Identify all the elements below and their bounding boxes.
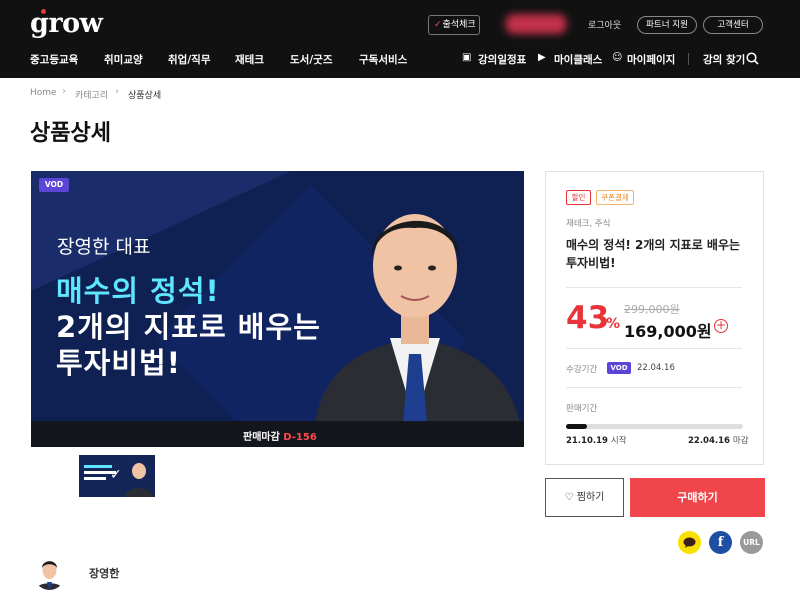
buy-button[interactable]: 구매하기 — [630, 478, 765, 517]
coupon-tag: 쿠폰결제 — [596, 190, 634, 205]
play-icon: ▶ — [538, 52, 546, 63]
product-title: 매수의 정석! 2개의 지표로 배우는 투자비법! — [566, 238, 741, 270]
avatar — [33, 553, 66, 590]
facebook-icon: f — [717, 535, 724, 550]
logo-dot — [41, 9, 46, 14]
sale-period-label: 판매기간 — [566, 404, 598, 414]
sale-start: 21.10.19 시작 — [566, 434, 627, 446]
product-category: 재테크, 주식 — [566, 219, 611, 229]
nav-item-4[interactable]: 도서/굿즈 — [290, 52, 332, 67]
vod-badge: VOD — [39, 178, 69, 192]
instructor-photo — [315, 214, 520, 422]
sale-start-date: 21.10.19 — [566, 436, 608, 446]
nav-item-1[interactable]: 취미교양 — [104, 52, 143, 67]
sale-tag: 할인 — [566, 190, 591, 205]
nav-divider — [688, 53, 689, 65]
original-price: 299,000원 — [624, 303, 680, 316]
period-value: 22.04.16 — [637, 363, 675, 373]
kakao-icon — [683, 537, 696, 548]
page-title: 상품상세 — [30, 121, 111, 146]
sale-price: 169,000원 — [624, 322, 712, 341]
banner-instructor: 장영한 대표 — [57, 236, 151, 258]
sale-progress-fill — [566, 424, 588, 429]
support-button[interactable]: 고객센터 — [703, 16, 763, 34]
period-label: 수강기간 — [566, 365, 598, 375]
nav-item-2[interactable]: 취업/직무 — [168, 52, 210, 67]
logout-link[interactable]: 로그아웃 — [588, 18, 621, 31]
kakao-share-button[interactable] — [678, 531, 701, 554]
heart-icon: ♡ — [564, 492, 574, 503]
check-icon: ✓ — [434, 20, 442, 30]
discount-unit: % — [606, 316, 621, 332]
wish-label: 찜하기 — [576, 492, 605, 503]
sale-end-suffix: 마감 — [732, 436, 749, 446]
nav-item-3[interactable]: 재테크 — [235, 52, 264, 67]
nav-item-0[interactable]: 중고등교육 — [30, 52, 78, 67]
url-share-button[interactable]: URL — [740, 531, 763, 554]
sale-end-date: 22.04.16 — [688, 436, 730, 446]
vod-badge-small: VOD — [607, 362, 631, 374]
mypage-link[interactable]: 마이페이지 — [627, 52, 675, 67]
chevron-right-icon: › — [115, 86, 119, 97]
attendance-label: 출석체크 — [442, 20, 476, 30]
deadline-dday: D-156 — [283, 432, 317, 443]
banner-headline-3: 투자비법! — [56, 346, 181, 380]
wish-button[interactable]: ♡ 찜하기 — [545, 478, 624, 517]
partner-button[interactable]: 파트너 지원 — [637, 16, 697, 34]
breadcrumb-category[interactable]: 카테고리 — [75, 88, 108, 101]
breadcrumb-current: 상품상세 — [128, 91, 162, 101]
nav-item-5[interactable]: 구독서비스 — [359, 52, 407, 67]
breadcrumb-home[interactable]: Home — [30, 88, 57, 98]
instructor-name: 장영한 — [89, 567, 120, 580]
deadline-label: 판매마감 — [243, 432, 280, 443]
myclass-link[interactable]: 마이클래스 — [554, 52, 602, 67]
attendance-button[interactable]: ✓출석체크 — [428, 15, 480, 35]
schedule-link[interactable]: 강의일정표 — [478, 52, 526, 67]
calendar-icon: ▣ — [462, 52, 472, 63]
sale-end: 22.04.16 마감 — [688, 434, 749, 446]
divider — [566, 287, 742, 288]
chevron-right-icon: › — [62, 86, 66, 97]
search-link[interactable]: 강의 찾기 — [703, 52, 745, 67]
user-name-blurred — [505, 14, 567, 34]
divider — [566, 387, 742, 388]
plus-circle-icon[interactable]: + — [714, 319, 728, 333]
user-icon: ☺ — [612, 52, 623, 63]
check-icon: ✓ — [110, 467, 122, 483]
facebook-share-button[interactable]: f — [709, 531, 732, 554]
deadline-text: 판매마감 D-156 — [243, 428, 317, 443]
discount-rate: 43 — [566, 300, 610, 336]
sale-progress-bar — [566, 424, 743, 429]
sale-start-suffix: 시작 — [610, 436, 627, 446]
divider — [566, 348, 742, 349]
search-icon[interactable] — [746, 52, 759, 65]
